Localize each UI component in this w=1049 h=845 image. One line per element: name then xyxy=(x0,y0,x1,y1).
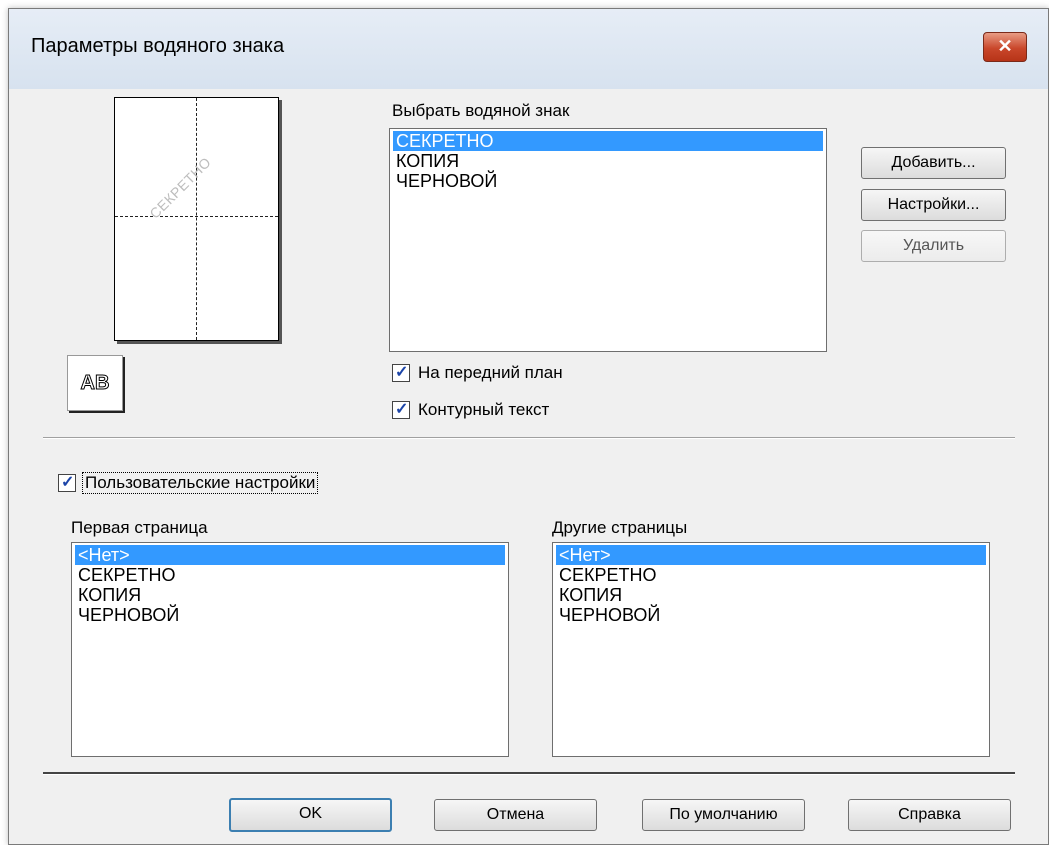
add-button[interactable]: Добавить... xyxy=(861,147,1006,179)
outline-text-checkbox[interactable] xyxy=(392,399,410,419)
other-pages-listbox[interactable]: <Нет> СЕКРЕТНО КОПИЯ ЧЕРНОВОЙ xyxy=(552,542,990,757)
close-icon[interactable]: ✕ xyxy=(983,32,1027,62)
first-page-label: Первая страница xyxy=(71,518,208,537)
delete-button[interactable]: Удалить xyxy=(861,230,1006,262)
outline-text-label[interactable]: Контурный текст xyxy=(418,400,549,420)
help-button[interactable]: Справка xyxy=(848,799,1011,831)
settings-button[interactable]: Настройки... xyxy=(861,189,1006,221)
footer-divider xyxy=(43,772,1015,775)
preview-horizontal-guide xyxy=(115,216,278,217)
list-item[interactable]: КОПИЯ xyxy=(393,151,823,171)
list-item[interactable]: <Нет> xyxy=(75,545,505,565)
ok-button[interactable]: OK xyxy=(229,798,392,832)
foreground-label[interactable]: На передний план xyxy=(418,363,563,383)
dialog-body: СЕКРЕТНО AB Выбрать водяной знак СЕКРЕТН… xyxy=(9,89,1048,844)
section-divider xyxy=(43,437,1015,439)
list-item[interactable]: ЧЕРНОВОЙ xyxy=(556,605,986,625)
title-bar[interactable]: Параметры водяного знака ✕ xyxy=(9,9,1048,89)
watermark-listbox[interactable]: СЕКРЕТНО КОПИЯ ЧЕРНОВОЙ xyxy=(389,128,827,352)
cancel-button[interactable]: Отмена xyxy=(434,799,597,831)
dialog-title: Параметры водяного знака xyxy=(31,35,285,57)
list-item[interactable]: ЧЕРНОВОЙ xyxy=(393,171,823,191)
watermark-preview: СЕКРЕТНО xyxy=(114,97,279,341)
preview-watermark-text: СЕКРЕТНО xyxy=(146,153,215,222)
other-pages-label: Другие страницы xyxy=(552,518,688,537)
custom-settings-label[interactable]: Пользовательские настройки xyxy=(82,472,319,494)
default-button[interactable]: По умолчанию xyxy=(642,799,805,831)
list-item[interactable]: ЧЕРНОВОЙ xyxy=(75,605,505,625)
list-item[interactable]: КОПИЯ xyxy=(75,585,505,605)
preview-vertical-guide xyxy=(196,98,197,340)
custom-settings-checkbox[interactable] xyxy=(58,472,76,492)
watermark-select-label: Выбрать водяной знак xyxy=(392,101,570,120)
font-style-button[interactable]: AB xyxy=(67,355,123,411)
watermark-dialog: Параметры водяного знака ✕ СЕКРЕТНО AB В… xyxy=(8,8,1049,845)
foreground-checkbox[interactable] xyxy=(392,362,410,382)
first-page-listbox[interactable]: <Нет> СЕКРЕТНО КОПИЯ ЧЕРНОВОЙ xyxy=(71,542,509,757)
list-item[interactable]: КОПИЯ xyxy=(556,585,986,605)
list-item[interactable]: СЕКРЕТНО xyxy=(75,565,505,585)
list-item[interactable]: <Нет> xyxy=(556,545,986,565)
list-item[interactable]: СЕКРЕТНО xyxy=(393,131,823,151)
list-item[interactable]: СЕКРЕТНО xyxy=(556,565,986,585)
